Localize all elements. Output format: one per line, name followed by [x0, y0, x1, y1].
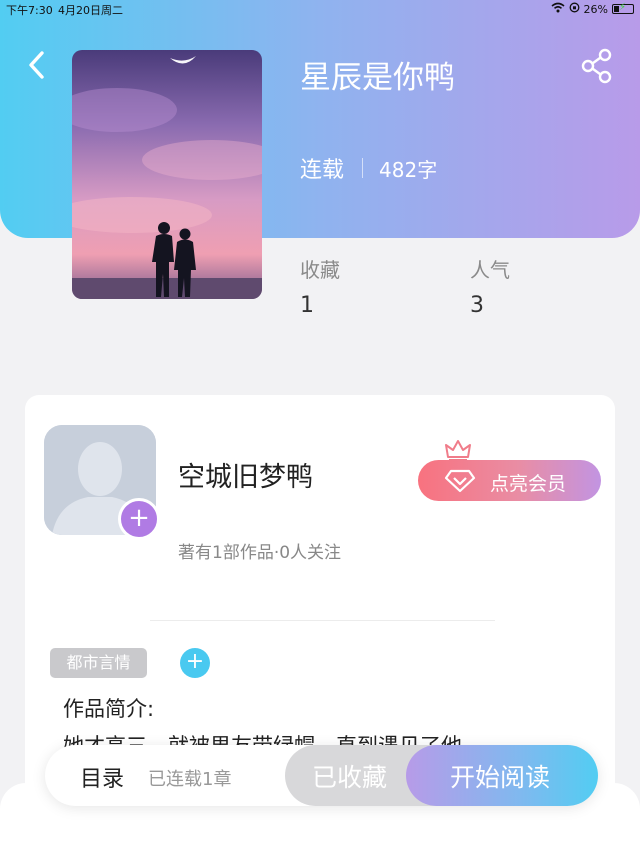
back-button[interactable]: [22, 48, 52, 82]
status-time: 下午7:30: [6, 4, 53, 17]
author-name[interactable]: 空城旧梦鸭: [178, 455, 313, 494]
plus-icon: +: [128, 503, 150, 533]
status-date: 4月20日周二: [58, 4, 123, 17]
meta-divider: [362, 158, 364, 178]
stat-label: 收藏: [300, 258, 340, 282]
book-cover[interactable]: [72, 50, 262, 299]
stat-popularity: 人气 3: [470, 254, 510, 318]
toc-button[interactable]: 目录: [80, 761, 124, 793]
plus-icon: +: [185, 649, 205, 674]
chapter-count: 已连载1章: [148, 769, 232, 790]
genre-tag[interactable]: 都市言情: [50, 648, 147, 678]
book-title: 星辰是你鸭: [300, 60, 455, 96]
status-bar: 下午7:30 4月20日周二 26% ⚡: [0, 0, 640, 18]
vip-button[interactable]: 点亮会员: [418, 460, 601, 501]
serial-status: 连载: [300, 158, 345, 183]
share-button[interactable]: [580, 48, 614, 84]
orientation-lock-icon: [569, 2, 580, 16]
vip-label: 点亮会员: [490, 473, 567, 495]
card-divider: [150, 620, 495, 621]
charging-icon: ⚡: [619, 2, 627, 13]
battery-percent: 26%: [583, 2, 608, 16]
crown-icon: [445, 440, 471, 461]
intro-heading: 作品简介:: [63, 697, 155, 721]
stat-favorites: 收藏 1: [300, 254, 340, 318]
chevron-left-icon: [29, 51, 44, 79]
cover-image: [72, 50, 262, 299]
status-indicators: 26% ⚡: [551, 2, 634, 16]
start-reading-label: 开始阅读: [450, 763, 551, 792]
word-count: 482字: [379, 157, 438, 182]
share-icon: [581, 48, 612, 84]
stat-value: 1: [300, 293, 314, 318]
follow-author-button[interactable]: +: [118, 498, 160, 540]
diamond-icon: [444, 469, 476, 493]
wifi-icon: [551, 2, 565, 16]
add-tag-button[interactable]: +: [180, 648, 210, 678]
stat-label: 人气: [470, 258, 510, 282]
collected-label: 已收藏: [312, 763, 388, 792]
book-meta: 连载 482字: [300, 152, 437, 184]
stat-value: 3: [470, 293, 484, 318]
author-stats: 著有1部作品·0人关注: [178, 543, 342, 563]
battery-icon: ⚡: [612, 2, 634, 14]
